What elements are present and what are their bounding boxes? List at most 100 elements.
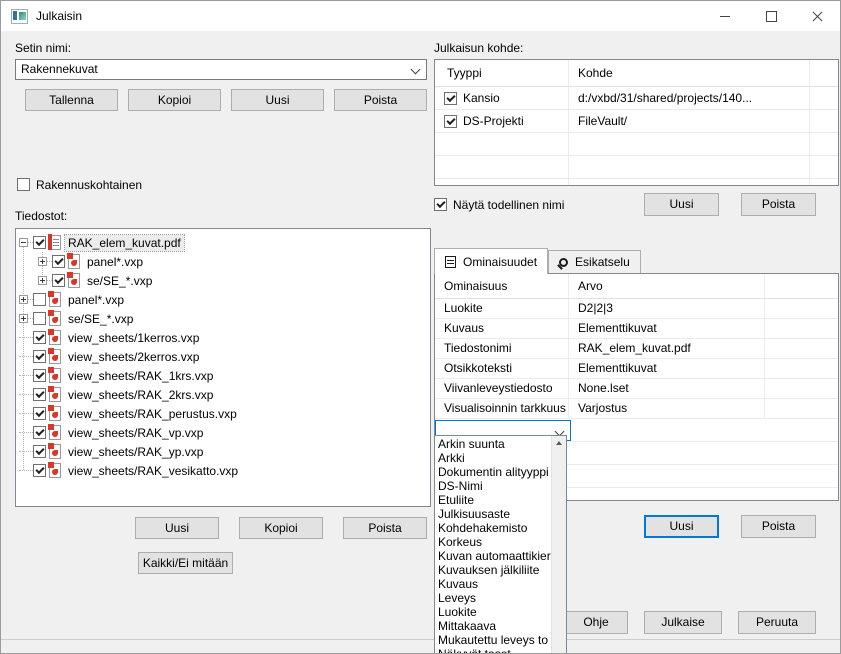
tab-preview[interactable]: Esikatselu — [548, 250, 641, 273]
delete-property-button[interactable]: Poista — [741, 515, 816, 538]
table-row[interactable]: Viivanleveystiedosto None.lset — [435, 379, 838, 399]
table-row[interactable]: DS-Projekti FileVault/ — [435, 110, 838, 133]
building-specific-checkbox[interactable] — [17, 178, 30, 191]
dropdown-scrollbar[interactable] — [551, 436, 566, 654]
window-controls — [702, 1, 840, 31]
target-row-checkbox[interactable] — [444, 115, 457, 128]
dropdown-item[interactable]: Etuliite — [435, 493, 552, 507]
show-real-name-checkbox[interactable] — [434, 198, 447, 211]
dropdown-item[interactable]: Mukautettu leveys to — [435, 633, 552, 647]
tree-item-checkbox[interactable] — [52, 274, 65, 287]
table-row[interactable]: Luokite D2|2|3 — [435, 299, 838, 319]
pdf-file-icon — [49, 425, 61, 440]
new-set-button[interactable]: Uusi — [231, 89, 324, 111]
tree-item-checkbox[interactable] — [33, 426, 46, 439]
delete-file-button[interactable]: Poista — [343, 517, 427, 539]
table-row[interactable]: Kansio d:/vxbd/31/shared/projects/140... — [435, 87, 838, 110]
tree-item[interactable]: view_sheets/RAK_perustus.vxp — [16, 404, 430, 423]
tree-item[interactable]: RAK_elem_kuvat.pdf — [16, 233, 430, 252]
tree-item[interactable]: view_sheets/RAK_vesikatto.vxp — [16, 461, 430, 480]
scroll-up-button[interactable] — [552, 436, 566, 450]
table-row[interactable]: Visualisoinnin tarkkuus Varjostus — [435, 399, 838, 419]
show-real-name-label: Näytä todellinen nimi — [453, 198, 564, 212]
pdf-file-icon — [49, 330, 61, 345]
publish-button[interactable]: Julkaise — [644, 611, 722, 634]
dropdown-item[interactable]: Arkki — [435, 451, 552, 465]
table-row[interactable]: Tiedostonimi RAK_elem_kuvat.pdf — [435, 339, 838, 359]
new-target-button[interactable]: Uusi — [644, 193, 719, 216]
set-name-combobox[interactable]: Rakennekuvat — [15, 59, 427, 80]
publish-target-table[interactable]: Tyyppi Kohde Kansio d:/vxbd/31/shared/pr… — [434, 59, 839, 186]
tree-item-checkbox[interactable] — [33, 293, 46, 306]
dropdown-item[interactable]: Näkyvät tasot — [435, 647, 552, 654]
expand-icon[interactable] — [19, 314, 28, 323]
target-row-checkbox[interactable] — [444, 92, 457, 105]
dropdown-item[interactable]: Kuvan automaattikier — [435, 549, 552, 563]
dropdown-item[interactable]: Kohdehakemisto — [435, 521, 552, 535]
tree-item[interactable]: se/SE_*.vxp — [16, 309, 430, 328]
delete-target-button[interactable]: Poista — [741, 193, 816, 216]
tree-item-checkbox[interactable] — [33, 331, 46, 344]
tree-item-checkbox[interactable] — [33, 445, 46, 458]
copy-set-button[interactable]: Kopioi — [128, 89, 221, 111]
dropdown-item[interactable]: DS-Nimi — [435, 479, 552, 493]
tree-item[interactable]: se/SE_*.vxp — [16, 271, 430, 290]
expand-icon[interactable] — [19, 295, 28, 304]
save-button[interactable]: Tallenna — [25, 89, 118, 111]
dropdown-item[interactable]: Mittakaava — [435, 619, 552, 633]
expand-icon[interactable] — [38, 257, 47, 266]
dropdown-item[interactable]: Luokite — [435, 605, 552, 619]
tree-item-checkbox[interactable] — [52, 255, 65, 268]
all-none-row: Kaikki/Ei mitään — [138, 552, 427, 574]
target-type: Kansio — [463, 87, 500, 109]
tree-item-checkbox[interactable] — [33, 407, 46, 420]
minimize-button[interactable] — [702, 1, 748, 31]
maximize-button[interactable] — [748, 1, 794, 31]
table-row[interactable]: Kuvaus Elementtikuvat — [435, 319, 838, 339]
set-buttons: Tallenna Kopioi Uusi Poista — [25, 89, 427, 111]
pdf-file-icon — [49, 387, 61, 402]
cancel-button[interactable]: Peruuta — [738, 611, 816, 634]
tree-connector — [19, 356, 33, 358]
all-none-button[interactable]: Kaikki/Ei mitään — [138, 552, 233, 574]
table-row[interactable]: Otsikkoteksti Elementtikuvat — [435, 359, 838, 379]
new-property-button[interactable]: Uusi — [644, 515, 719, 538]
tree-item[interactable]: view_sheets/RAK_vp.vxp — [16, 423, 430, 442]
tab-properties[interactable]: Ominaisuudet — [434, 248, 548, 274]
tree-item[interactable]: panel*.vxp — [16, 252, 430, 271]
property-value: None.lset — [569, 379, 765, 398]
chevron-down-icon — [411, 65, 421, 75]
row-filler — [810, 87, 838, 109]
pdf-file-icon — [49, 368, 61, 383]
dropdown-item[interactable]: Korkeus — [435, 535, 552, 549]
tree-item-checkbox[interactable] — [33, 236, 46, 249]
tree-item-checkbox[interactable] — [33, 350, 46, 363]
dropdown-item[interactable]: Kuvauksen jälkiliite — [435, 563, 552, 577]
tree-item[interactable]: panel*.vxp — [16, 290, 430, 309]
tree-item[interactable]: view_sheets/RAK_2krs.vxp — [16, 385, 430, 404]
dropdown-item[interactable]: Kuvaus — [435, 577, 552, 591]
tree-item-checkbox[interactable] — [33, 388, 46, 401]
property-dropdown-list[interactable]: Arkin suunta Arkki Dokumentin alityyppi … — [434, 435, 567, 654]
dropdown-item[interactable]: Dokumentin alityyppi — [435, 465, 552, 479]
new-file-button[interactable]: Uusi — [135, 517, 219, 539]
delete-set-button[interactable]: Poista — [334, 89, 427, 111]
tree-item[interactable]: view_sheets/1kerros.vxp — [16, 328, 430, 347]
tree-item-checkbox[interactable] — [33, 464, 46, 477]
tree-item-checkbox[interactable] — [33, 312, 46, 325]
dropdown-item[interactable]: Julkisuusaste — [435, 507, 552, 521]
tree-item-label: view_sheets/RAK_1krs.vxp — [65, 368, 216, 384]
help-button[interactable]: Ohje — [564, 611, 628, 634]
tree-item-checkbox[interactable] — [33, 369, 46, 382]
collapse-icon[interactable] — [19, 238, 28, 247]
dropdown-item[interactable]: Arkin suunta — [435, 437, 552, 451]
files-tree[interactable]: RAK_elem_kuvat.pdf panel*.vxp se/SE_*.vx… — [15, 228, 431, 507]
tree-item[interactable]: view_sheets/RAK_yp.vxp — [16, 442, 430, 461]
expand-icon[interactable] — [38, 276, 47, 285]
tree-item[interactable]: view_sheets/2kerros.vxp — [16, 347, 430, 366]
tree-item-label: RAK_elem_kuvat.pdf — [65, 235, 184, 251]
dropdown-item[interactable]: Leveys — [435, 591, 552, 605]
copy-file-button[interactable]: Kopioi — [239, 517, 323, 539]
close-button[interactable] — [794, 1, 840, 31]
tree-item[interactable]: view_sheets/RAK_1krs.vxp — [16, 366, 430, 385]
